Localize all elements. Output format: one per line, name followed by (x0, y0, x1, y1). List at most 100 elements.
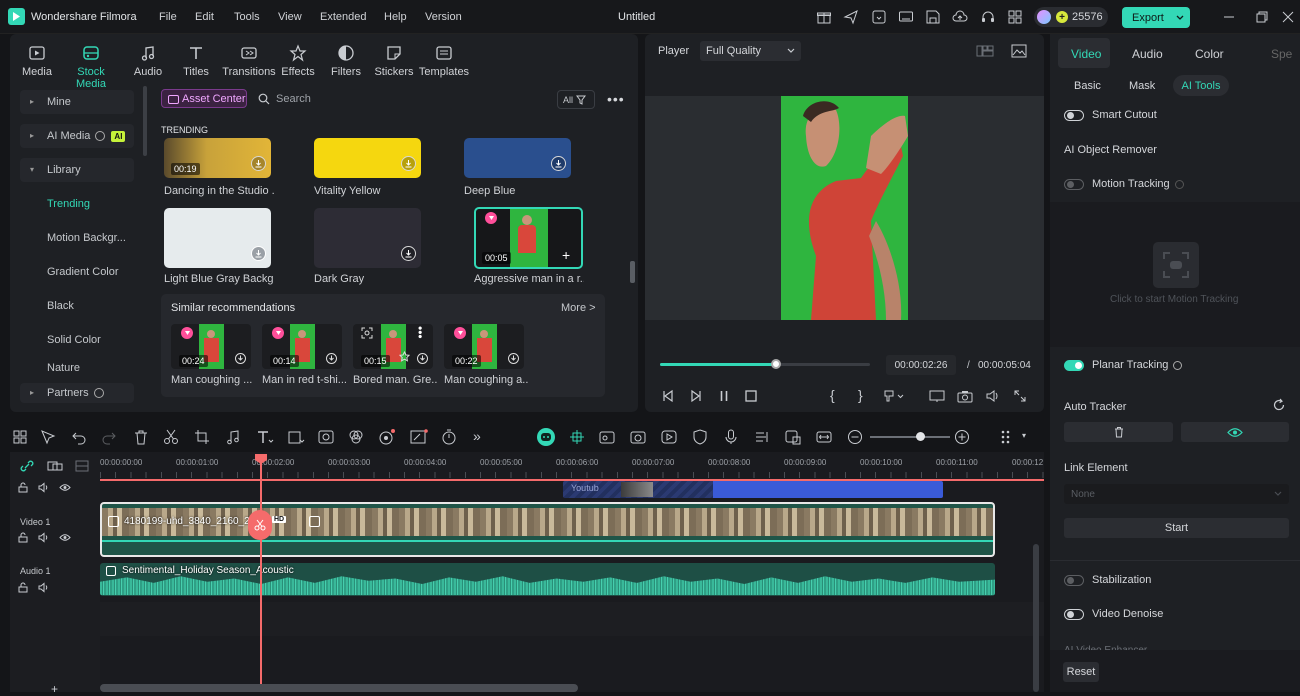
smart-cutout-toggle[interactable] (1064, 109, 1084, 121)
grid-view-icon[interactable] (976, 45, 994, 57)
tab-titles[interactable]: Titles (170, 42, 222, 78)
download-icon[interactable] (551, 156, 566, 171)
select-tool-icon[interactable] (40, 429, 56, 445)
menu-view[interactable]: View (278, 11, 302, 23)
track-visibility-button[interactable] (1181, 422, 1289, 442)
tab-speed[interactable]: Spe (1271, 47, 1300, 61)
fullscreen-icon[interactable] (1013, 389, 1027, 403)
download-icon[interactable] (233, 351, 248, 366)
edit-image-icon[interactable] (410, 429, 428, 445)
add-track-icon[interactable] (47, 460, 63, 472)
lock-icon[interactable] (18, 582, 28, 593)
lock-icon[interactable] (18, 482, 28, 493)
close-icon[interactable] (1281, 10, 1295, 24)
speed-icon[interactable] (318, 429, 334, 445)
reset-tracker-icon[interactable] (1272, 398, 1286, 412)
mark-in-icon[interactable]: { (830, 387, 835, 403)
shield-icon[interactable] (692, 429, 708, 445)
tab-stickers[interactable]: Stickers (368, 42, 420, 78)
credits-badge[interactable]: + 25576 (1034, 7, 1108, 27)
eye-icon[interactable] (59, 532, 71, 543)
filter-dropdown[interactable]: All (557, 90, 595, 109)
asset-thumb[interactable] (164, 208, 271, 268)
asset-thumb[interactable] (464, 138, 571, 178)
link-icon[interactable] (20, 460, 34, 472)
download-icon[interactable] (324, 351, 339, 366)
pause-icon[interactable] (717, 389, 731, 403)
send-icon[interactable] (843, 9, 859, 25)
more-tools-icon[interactable]: » (473, 428, 481, 444)
track-manager-icon[interactable] (75, 460, 89, 472)
asset-thumb-selected[interactable]: 00:05 + (474, 207, 583, 269)
speaker-icon[interactable] (38, 532, 50, 543)
playhead-line[interactable] (260, 460, 262, 692)
sidebar-item-partners[interactable]: ▸ Partners (20, 383, 134, 403)
menu-tools[interactable]: Tools (234, 11, 260, 23)
fit-icon[interactable] (816, 429, 832, 445)
minimize-icon[interactable] (1222, 10, 1236, 24)
tab-transitions[interactable]: Transitions (221, 42, 277, 78)
shape-icon[interactable] (287, 429, 305, 445)
delete-tracker-button[interactable] (1064, 422, 1173, 442)
time-ruler[interactable]: 00:00:00:00 00:00:01:00 00:00:02:00 00:0… (100, 452, 1044, 480)
search-input[interactable]: Search (258, 90, 548, 108)
download-icon[interactable] (401, 246, 416, 261)
download-icon[interactable] (251, 156, 266, 171)
sidebar-item-trending[interactable]: Trending (20, 192, 134, 216)
timeline-settings-icon[interactable] (1000, 429, 1014, 445)
play-icon[interactable] (689, 389, 703, 403)
snap-icon[interactable] (569, 429, 585, 445)
lock-icon[interactable] (18, 532, 28, 543)
download-icon[interactable] (415, 351, 430, 366)
split-icon[interactable] (163, 429, 179, 445)
similar-item[interactable]: 00:24 (171, 324, 251, 369)
sidebar-item-library[interactable]: ▾ Library (20, 158, 134, 182)
snapshot-quality-icon[interactable] (1011, 44, 1027, 58)
display-icon[interactable] (929, 389, 945, 403)
download-icon[interactable] (251, 246, 266, 261)
ai-mate-icon[interactable] (537, 428, 555, 446)
sidebar-item-solid-color[interactable]: Solid Color (20, 328, 134, 352)
similar-item[interactable]: 00:22 (444, 324, 524, 369)
sidebar-item-black[interactable]: Black (20, 294, 134, 318)
zoom-out-icon[interactable] (847, 429, 863, 445)
add-track-plus-icon[interactable]: + (51, 682, 58, 696)
tab-media[interactable]: Media (11, 42, 63, 78)
undo-icon[interactable] (71, 429, 87, 445)
sidebar-item-nature[interactable]: Nature (20, 361, 134, 375)
more-link[interactable]: More > (561, 302, 596, 314)
similar-item[interactable]: 00:14 (262, 324, 342, 369)
menu-extended[interactable]: Extended (320, 11, 366, 23)
speaker-icon[interactable] (38, 482, 50, 493)
start-tracking-button[interactable]: Start (1064, 518, 1289, 538)
microphone-icon[interactable] (723, 429, 739, 445)
zoom-slider-handle[interactable] (916, 432, 925, 441)
timer-icon[interactable] (441, 429, 457, 445)
quality-dropdown[interactable]: Full Quality (700, 41, 801, 61)
asset-thumb[interactable]: 00:19 (164, 138, 271, 178)
menu-version[interactable]: Version (425, 11, 462, 23)
link-element-dropdown[interactable]: None (1064, 484, 1289, 504)
audio-mixer-icon[interactable] (754, 429, 770, 445)
media-download-icon[interactable] (871, 9, 887, 25)
playback-scrubber[interactable] (660, 359, 870, 369)
sidebar-item-gradient-color[interactable]: Gradient Color (20, 260, 134, 284)
stabilization-toggle[interactable] (1064, 574, 1084, 586)
similar-item[interactable]: ••• 00:15 (353, 324, 433, 369)
asset-center-button[interactable]: Asset Center (161, 89, 247, 108)
grid-scrollbar[interactable] (630, 261, 635, 283)
video-clip[interactable]: 4180199-uhd_3840_2160_2 HD (100, 502, 995, 557)
chevron-down-icon[interactable]: ▾ (1022, 431, 1026, 440)
auto-ripple-icon[interactable] (599, 429, 615, 445)
restore-icon[interactable] (1255, 10, 1269, 24)
gift-icon[interactable] (816, 9, 832, 25)
export-button[interactable]: Export (1122, 7, 1190, 28)
cloud-upload-icon[interactable] (952, 9, 968, 25)
color-match-icon[interactable] (348, 429, 364, 445)
asset-thumb[interactable] (314, 208, 421, 268)
download-icon[interactable] (506, 351, 521, 366)
scrubber-handle[interactable] (770, 359, 781, 369)
save-icon[interactable] (925, 9, 941, 25)
video-denoise-toggle[interactable] (1064, 608, 1084, 620)
sidebar-item-mine[interactable]: ▸ Mine (20, 90, 134, 114)
